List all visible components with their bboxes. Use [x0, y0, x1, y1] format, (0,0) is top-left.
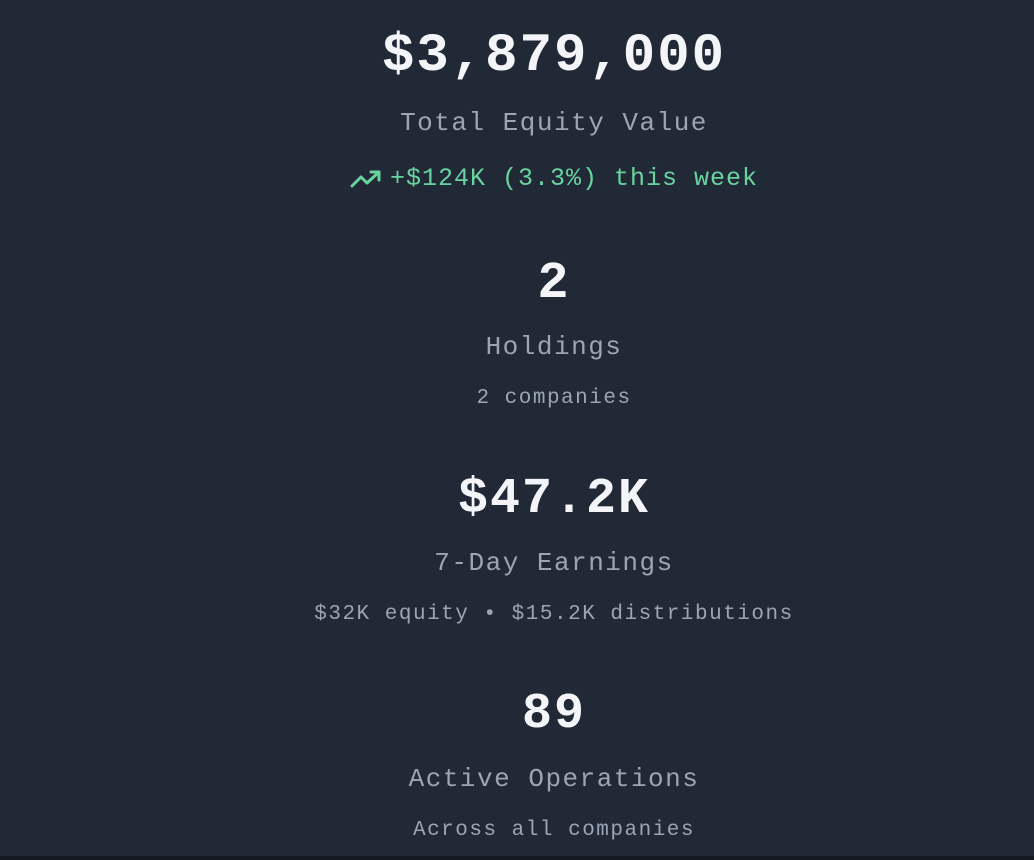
total-equity-label: Total Equity Value [400, 108, 708, 138]
trending-up-icon [350, 168, 382, 190]
earnings-label: 7-Day Earnings [434, 548, 674, 578]
operations-stat: 89 [0, 690, 1034, 740]
total-equity-value: $3,879,000 [381, 26, 727, 87]
earnings-stat: $47.2K [0, 475, 1034, 525]
operations-sub: Across all companies [412, 819, 696, 842]
holdings-label: Holdings [485, 332, 623, 362]
operations-label: Active Operations [408, 764, 700, 794]
total-equity-trend-text: +$124K (3.3%) this week [389, 164, 759, 193]
total-equity-trend: +$124K (3.3%) this week [350, 164, 758, 193]
holdings-sub: 2 companies [476, 387, 632, 410]
earnings-sub: $32K equity • $15.2K distributions [314, 603, 794, 626]
operations-value: 89 [521, 686, 586, 743]
holdings-stat: 2 [0, 258, 1034, 310]
bottom-border [0, 856, 1034, 860]
earnings-value: $47.2K [457, 471, 651, 528]
total-equity-stat: $3,879,000 [0, 30, 1034, 84]
holdings-value: 2 [537, 254, 571, 313]
